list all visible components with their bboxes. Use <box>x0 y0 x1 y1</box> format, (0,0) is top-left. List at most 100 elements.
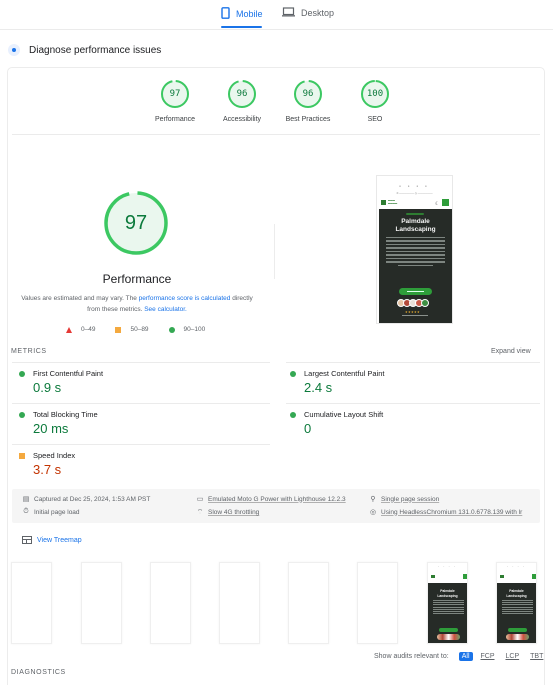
score-legend: 0–49 50–89 90–100 <box>66 326 225 333</box>
metric-name: Total Blocking Time <box>33 410 98 419</box>
filter-all[interactable]: All <box>458 652 473 661</box>
menu-icon <box>442 199 449 206</box>
gauge-label: Best Practices <box>285 116 331 123</box>
see-calculator-link[interactable]: See calculator. <box>144 306 187 313</box>
triangle-icon <box>66 326 72 333</box>
runtime-browser[interactable]: ◎ Using HeadlessChromium 131.0.6778.139 w… <box>369 508 522 517</box>
note-text: Values are estimated and may vary. The <box>21 295 139 302</box>
filmstrip-frame <box>150 562 191 644</box>
gauge-label: SEO <box>367 116 383 123</box>
gauge-performance[interactable]: 97 Performance <box>140 79 210 123</box>
runtime-link[interactable]: Slow 4G throttling <box>208 509 259 516</box>
runtime-text: Initial page load <box>34 508 80 516</box>
metric-value: 2.4 s <box>304 380 333 395</box>
legend-fail: 0–49 <box>66 326 95 333</box>
metric-value: 20 ms <box>33 421 69 436</box>
treemap-icon <box>22 536 32 544</box>
treemap-label: View Treemap <box>37 536 82 544</box>
audit-filter: Show audits relevant to: All FCP LCP TBT <box>374 652 546 661</box>
metrics-heading: METRICS <box>11 348 47 355</box>
filmstrip-frame <box>11 562 52 644</box>
site-logo: ▬▬▬ ▬▬▬▬ <box>381 200 397 206</box>
square-icon <box>115 326 122 333</box>
star-rating: ★★★★★ <box>405 310 420 314</box>
legend-range: 0–49 <box>81 326 96 333</box>
diagnose-icon <box>8 44 20 56</box>
runtime-text: Captured at Dec 25, 2024, 1:53 AM PST <box>34 495 151 503</box>
performance-title: Performance <box>102 272 172 286</box>
metric-name: Cumulative Layout Shift <box>304 410 384 419</box>
hero-section: Palmdale Landscaping ★★★★★ <box>379 209 452 323</box>
tab-desktop[interactable]: Desktop <box>282 7 334 19</box>
laptop-icon <box>282 7 295 19</box>
gauge-score: 97 <box>169 89 181 99</box>
avatars <box>397 299 429 307</box>
calendar-icon: ▤ <box>22 496 30 503</box>
filmstrip-frame: • • • • Palmdale Landscaping <box>496 562 537 644</box>
divider <box>286 403 540 404</box>
pass-icon <box>19 371 25 377</box>
expand-view-button[interactable]: Expand view <box>491 348 531 355</box>
filter-tbt[interactable]: TBT <box>527 652 546 661</box>
session-icon: ⚲ <box>370 496 376 503</box>
gauge-seo[interactable]: 100 SEO <box>340 79 410 123</box>
category-gauges: 97 Performance 96 Accessibility 96 Best … <box>0 79 553 129</box>
filter-lcp[interactable]: LCP <box>503 652 523 661</box>
gauge-score: 96 <box>302 89 314 99</box>
score-calculated-link[interactable]: performance score is calculated <box>139 295 231 302</box>
gauge-best-practices[interactable]: 96 Best Practices <box>273 79 343 123</box>
filmstrip-frame <box>219 562 260 644</box>
view-treemap-button[interactable]: View Treemap <box>22 536 82 544</box>
runtime-link[interactable]: Emulated Moto G Power with Lighthouse 12… <box>208 496 346 503</box>
filmstrip-frame <box>357 562 398 644</box>
legend-pass: 90–100 <box>168 326 206 333</box>
audit-filter-label: Show audits relevant to: <box>374 653 449 660</box>
runtime-session[interactable]: ⚲ Single page session <box>369 495 439 504</box>
gauge-label: Performance <box>154 116 196 123</box>
tab-mobile[interactable]: Mobile <box>221 7 263 21</box>
divider <box>12 362 270 363</box>
legend-range: 50–89 <box>130 326 149 333</box>
site-title: Palmdale Landscaping <box>395 218 436 233</box>
diagnose-header: Diagnose performance issues <box>8 44 161 56</box>
final-screenshot[interactable]: ● ● ● ● ✆ —————— ◷ —————— ▬▬▬ ▬▬▬▬ ☾ Palm… <box>376 175 453 324</box>
runtime-captured: ▤ Captured at Dec 25, 2024, 1:53 AM PST <box>22 495 151 504</box>
device-tabs: Mobile Desktop <box>0 0 553 30</box>
metric-value: 3.7 s <box>33 462 62 477</box>
runtime-settings: ▤ Captured at Dec 25, 2024, 1:53 AM PST ⏱… <box>12 489 540 523</box>
cta-button <box>399 288 432 295</box>
divider <box>12 403 270 404</box>
legend-range: 90–100 <box>183 326 206 333</box>
tab-desktop-label: Desktop <box>301 8 335 18</box>
social-icons: ● ● ● ● <box>399 184 430 188</box>
devices-icon: ▭ <box>196 496 204 503</box>
filter-fcp[interactable]: FCP <box>478 652 498 661</box>
gauge-score: 96 <box>236 89 248 99</box>
gauge-accessibility[interactable]: 96 Accessibility <box>207 79 277 123</box>
pass-icon <box>290 412 296 418</box>
runtime-link[interactable]: Using HeadlessChromium 131.0.6778.139 wi… <box>381 509 522 516</box>
timer-icon: ⏱ <box>23 508 29 515</box>
runtime-device[interactable]: ▭ Emulated Moto G Power with Lighthouse 1… <box>196 495 346 504</box>
runtime-link[interactable]: Single page session <box>381 496 439 503</box>
average-icon <box>19 453 25 459</box>
wifi-icon: ⌔ <box>196 509 204 516</box>
runtime-throttling[interactable]: ⌔ Slow 4G throttling <box>196 508 260 517</box>
performance-score: 97 <box>124 212 148 234</box>
divider <box>12 444 270 445</box>
circle-icon <box>168 326 175 333</box>
filmstrip-frame <box>288 562 329 644</box>
contact-info: ✆ —————— ◷ —————— <box>396 192 433 195</box>
performance-note: Values are estimated and may vary. The p… <box>20 293 254 315</box>
pass-icon <box>19 412 25 418</box>
chrome-icon: ◎ <box>369 509 377 516</box>
divider <box>286 362 540 363</box>
diagnostics-heading: DIAGNOSTICS <box>11 669 66 676</box>
metric-value: 0.9 s <box>33 380 62 395</box>
metric-name: Speed Index <box>33 451 76 460</box>
metric-name: First Contentful Paint <box>33 369 104 378</box>
gauge-score: 100 <box>366 89 384 99</box>
legend-average: 50–89 <box>115 326 149 333</box>
vertical-divider <box>274 224 275 279</box>
runtime-load: ⏱ Initial page load <box>22 508 80 516</box>
